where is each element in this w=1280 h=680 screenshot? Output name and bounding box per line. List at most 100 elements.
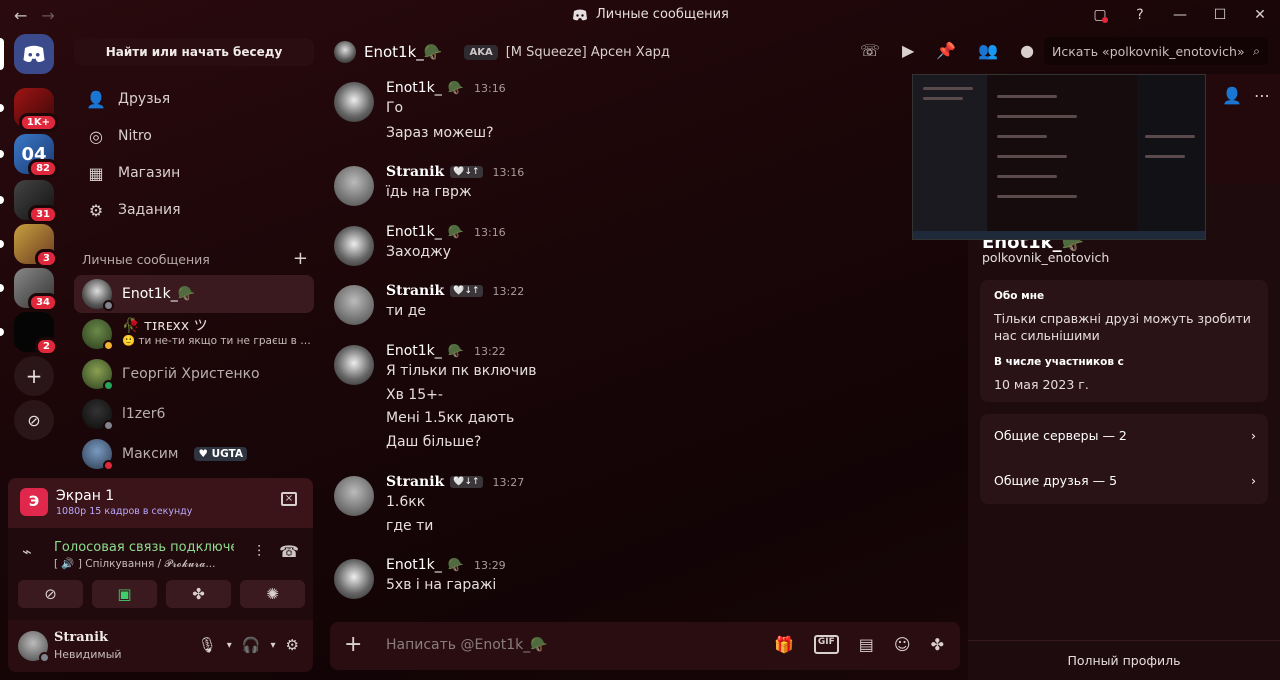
message-text: Го <box>386 100 404 116</box>
help-icon[interactable]: ? <box>1120 7 1160 23</box>
mutual-friends-label: Общие друзья — 5 <box>994 473 1118 488</box>
author-name[interactable]: Stranik <box>386 164 444 180</box>
chat-header: Enot1k_🪖 AKA [M Squeeze] Арсен Хард ☏ ▶ … <box>320 30 1280 74</box>
signal-icon[interactable]: ⌁ <box>22 542 32 561</box>
aka-badge: AKA <box>464 44 498 60</box>
discover-button[interactable]: ⊘ <box>14 400 54 440</box>
author-name[interactable]: Enot1k_ <box>386 557 442 573</box>
message-text: Зараз можеш? <box>386 125 494 141</box>
title-bar: ← → Личные сообщения ▢ ? — ☐ ✕ <box>0 0 1280 30</box>
maximize-button[interactable]: ☐ <box>1200 7 1240 23</box>
nav-shop[interactable]: ▦ Магазин <box>74 155 314 191</box>
nav-friends[interactable]: 👤 Друзья <box>74 81 314 117</box>
member-since-date: 10 мая 2023 г. <box>994 377 1089 392</box>
author-avatar[interactable] <box>334 285 374 325</box>
dm-item[interactable]: Максим ♥ UGTA <box>74 435 314 473</box>
avatar <box>82 359 114 391</box>
nav-quests[interactable]: ⚙ Задания <box>74 192 314 228</box>
author-emoji: 🪖 <box>447 343 464 359</box>
more-options-icon[interactable]: ⋯ <box>1254 86 1270 105</box>
disconnect-icon[interactable]: ☎ <box>279 542 299 562</box>
close-button[interactable]: ✕ <box>1240 7 1280 23</box>
author-avatar[interactable] <box>334 345 374 385</box>
author-name[interactable]: Enot1k_ <box>386 80 442 96</box>
dm-item[interactable]: Георгій Христенко <box>74 355 314 393</box>
message-composer[interactable]: + Написать @Enot1k_🪖 🎁 GIF ▤ ☺ ✤ <box>330 622 960 670</box>
recipient-avatar <box>334 41 356 63</box>
forward-arrow-icon[interactable]: → <box>41 6 54 25</box>
voice-call-icon[interactable]: ☏ <box>860 41 880 60</box>
soundboard-button[interactable]: ✺ <box>240 580 305 608</box>
full-profile-button[interactable]: Полный профиль <box>968 640 1280 680</box>
recipient-name[interactable]: Enot1k_🪖 <box>364 43 442 61</box>
add-friend-icon[interactable]: 👤 <box>1222 86 1242 105</box>
apps-icon[interactable]: ✤ <box>931 635 944 654</box>
author-name[interactable]: Enot1k_ <box>386 343 442 359</box>
dm-item[interactable]: l1zer6 <box>74 395 314 433</box>
minimize-button[interactable]: — <box>1160 7 1200 23</box>
home-button[interactable] <box>0 34 54 74</box>
inbox-icon[interactable]: ▢ <box>1080 7 1120 23</box>
user-name[interactable]: Stranik <box>54 630 108 645</box>
server-icon-6[interactable]: 2 <box>0 312 58 356</box>
author-name[interactable]: Stranik <box>386 283 444 299</box>
noise-suppression-icon[interactable]: ⫶ <box>257 542 261 562</box>
author-avatar[interactable] <box>334 166 374 206</box>
user-avatar[interactable] <box>18 631 50 663</box>
microphone-icon[interactable]: 🎙 <box>198 636 217 654</box>
author-avatar[interactable] <box>334 476 374 516</box>
screen-share-preview[interactable] <box>912 74 1206 240</box>
author-avatar[interactable] <box>334 559 374 599</box>
server-icon-1[interactable]: 1K+ <box>0 88 58 132</box>
timestamp: 13:29 <box>473 558 506 572</box>
video-call-icon[interactable]: ▶ <box>902 41 914 60</box>
author-avatar[interactable] <box>334 82 374 122</box>
plus-icon: + <box>14 356 54 396</box>
attach-plus-icon[interactable]: + <box>344 632 362 657</box>
find-conversation-button[interactable]: Найти или начать беседу <box>74 38 314 66</box>
user-profile-icon[interactable]: ● <box>1020 41 1034 60</box>
about-text: Тільки справжні друзі можуть зробити нас… <box>994 311 1251 343</box>
mutual-servers-row[interactable]: Общие серверы — 2 › <box>994 428 1256 443</box>
sticker-icon[interactable]: ▤ <box>859 635 874 654</box>
nav-nitro[interactable]: ◎ Nitro <box>74 118 314 154</box>
voice-channel[interactable]: [ 🔊 ] Спілкування / 𝓟𝓻𝓸𝓴𝓾𝓻𝓪... <box>54 557 234 571</box>
screen-share-button[interactable]: ▣ <box>92 580 157 608</box>
dm-name: l1zer6 <box>122 406 166 422</box>
server-icon-2[interactable]: 04 82 <box>0 134 58 178</box>
add-friends-to-dm-icon[interactable]: 👥 <box>978 41 998 60</box>
recipient-alias: [M Squeeze] Арсен Хард <box>505 44 670 60</box>
server-icon-3[interactable]: 31 <box>0 180 58 224</box>
add-server-button[interactable]: + <box>14 356 54 396</box>
chevron-right-icon: › <box>1251 428 1256 443</box>
chevron-down-icon[interactable]: ▾ <box>271 640 276 651</box>
activities-button[interactable]: ✤ <box>166 580 231 608</box>
camera-off-button[interactable]: ⊘ <box>18 580 83 608</box>
create-dm-plus-icon[interactable]: + <box>293 250 308 268</box>
gif-icon[interactable]: GIF <box>813 635 839 654</box>
stop-stream-icon[interactable]: × <box>281 492 297 506</box>
shop-icon: ▦ <box>88 163 104 183</box>
settings-gear-icon[interactable]: ⚙ <box>286 636 299 654</box>
pin-icon[interactable]: 📌 <box>936 41 956 60</box>
search-input[interactable]: Искать «polkovnik_enotovich» ⌕ <box>1044 37 1268 65</box>
chevron-down-icon[interactable]: ▾ <box>227 640 232 651</box>
dm-item[interactable]: 🥀 ᴛɪʀᴇxx ツ 🙂 ти не-ти якщо ти не граєш в… <box>74 315 314 353</box>
gift-icon[interactable]: 🎁 <box>774 635 794 654</box>
author-tag: 🤍↓↑ <box>450 166 483 178</box>
author-name[interactable]: Stranik <box>386 474 444 490</box>
emoji-icon[interactable]: ☺ <box>894 635 911 654</box>
server-icon-4[interactable]: 3 <box>0 224 58 268</box>
dm-item[interactable]: Enot1k_🪖 <box>74 275 314 313</box>
headphones-icon[interactable]: 🎧 <box>242 636 261 654</box>
screen-share-icon: Э <box>20 488 48 516</box>
timestamp: 13:27 <box>492 475 525 489</box>
author-avatar[interactable] <box>334 226 374 266</box>
timestamp: 13:16 <box>492 165 525 179</box>
voice-status[interactable]: Голосовая связь подключе <box>54 540 234 555</box>
server-icon-5[interactable]: 34 <box>0 268 58 312</box>
back-arrow-icon[interactable]: ← <box>14 6 27 25</box>
mutual-friends-row[interactable]: Общие друзья — 5 › <box>994 473 1256 488</box>
message-text: Я тільки пк включив <box>386 363 537 379</box>
author-name[interactable]: Enot1k_ <box>386 224 442 240</box>
